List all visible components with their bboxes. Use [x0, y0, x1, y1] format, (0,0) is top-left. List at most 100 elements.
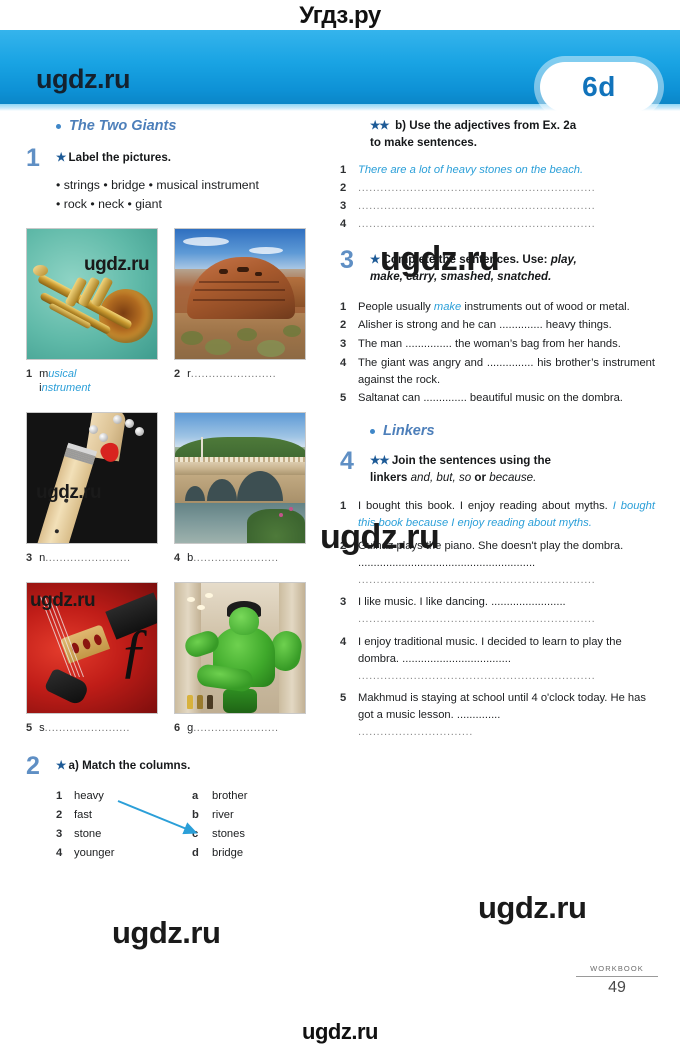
- exercise-4-items: 1 I bought this book. I enjoy reading ab…: [340, 498, 655, 740]
- picture-row-1: 1 musical instrument 2 r................…: [26, 227, 326, 397]
- match-row-3-right[interactable]: stones: [212, 825, 312, 844]
- guitar-tuning-peg-2: [125, 419, 134, 429]
- item-4-4-number: 4: [340, 636, 347, 649]
- exercise-1-wordbank: • strings • bridge • musical instrument …: [56, 176, 326, 214]
- list-item[interactable]: 3 The man ............... the woman’s ba…: [340, 336, 655, 353]
- list-item[interactable]: 5 Saltanat can .............. beautiful …: [340, 390, 655, 407]
- caption-5-dots: ........................: [44, 722, 130, 735]
- section-label-text: The Two Giants: [69, 118, 177, 134]
- item-4-3-blank[interactable]: ........................: [491, 596, 566, 608]
- match-row-3-left[interactable]: stone: [74, 825, 192, 844]
- list-item[interactable]: 4 ......................................…: [340, 216, 655, 233]
- picture-cell-1: 1 musical instrument: [26, 227, 158, 397]
- exercise-2b: ★★ b) Use the adjectives from Ex. 2a to …: [340, 118, 655, 232]
- section-label-linkers: Linkers: [370, 423, 655, 439]
- item-3-3-pre: The man: [358, 338, 406, 351]
- list-item[interactable]: 2 Alisher is strong and he can .........…: [340, 317, 655, 334]
- item-3-4-pre: The giant was angry and: [358, 356, 487, 369]
- item-4-2-text[interactable]: Gulnaz plays the piano. She doesn't play…: [358, 538, 655, 588]
- item-3-1-answer[interactable]: make: [434, 301, 461, 313]
- list-item[interactable]: 3 ......................................…: [340, 198, 655, 215]
- item-4-5-blank[interactable]: ..............: [457, 709, 501, 721]
- item-2b-2-blank[interactable]: ........................................…: [358, 180, 655, 197]
- item-3-4-number: 4: [340, 356, 347, 369]
- item-4-4-blank[interactable]: ...................................: [402, 653, 511, 665]
- section-label-linkers-text: Linkers: [383, 423, 435, 440]
- match-row-2-left[interactable]: fast: [74, 806, 192, 825]
- hulk-legs-shape: [223, 689, 257, 714]
- exercise-1-instruction-text: Label the pictures.: [68, 151, 171, 164]
- image-trumpet: [26, 227, 158, 360]
- item-3-5-text[interactable]: Saltanat can .............. beautiful mu…: [358, 390, 655, 407]
- item-3-2-blank[interactable]: ..............: [499, 319, 543, 331]
- match-row-4-right[interactable]: bridge: [212, 844, 312, 863]
- item-3-4-text[interactable]: The giant was angry and ............... …: [358, 355, 655, 389]
- exercise-3-items: 1 People usually make instruments out of…: [340, 299, 655, 408]
- hulk-bottle-1: [187, 695, 193, 710]
- list-item[interactable]: 4 I enjoy traditional music. I decided t…: [340, 634, 655, 684]
- guitar-tuning-peg-3: [135, 427, 144, 437]
- item-3-1-pre: People usually: [358, 300, 434, 313]
- item-2b-1-answer[interactable]: There are a lot of heavy stones on the b…: [358, 162, 655, 179]
- guitar-inlay-dot-2: [54, 529, 60, 535]
- exercise-2: 2 ★ a) Match the columns. 1 heavy a brot…: [26, 753, 326, 864]
- match-row-1-right[interactable]: brother: [212, 787, 312, 806]
- item-4-2-blank[interactable]: ........................................…: [358, 557, 535, 569]
- picture-row-3: ƒ 5 s........................ 6 g.......…: [26, 582, 326, 736]
- item-4-5-prompt: Makhmud is staying at school until 4 o'c…: [358, 692, 646, 722]
- list-item[interactable]: 4 The giant was angry and ..............…: [340, 355, 655, 389]
- exercise-2-instruction: ★ a) Match the columns.: [56, 758, 326, 775]
- picture-cell-2: 2 r........................: [174, 227, 306, 397]
- caption-2-answer: r........................: [187, 367, 276, 382]
- list-item[interactable]: 2 Gulnaz plays the piano. She doesn't pl…: [340, 538, 655, 588]
- match-row-1-left[interactable]: heavy: [74, 787, 192, 806]
- star-rating-icon: ★: [56, 152, 66, 164]
- match-row-3-letter: c: [192, 828, 199, 841]
- item-3-5-number: 5: [340, 392, 347, 405]
- item-4-5-text[interactable]: Makhmud is staying at school until 4 o'c…: [358, 690, 655, 740]
- item-3-3-blank[interactable]: ...............: [405, 338, 452, 350]
- rock-strata-3-shape: [193, 298, 285, 301]
- item-3-4-blank[interactable]: ...............: [487, 357, 534, 369]
- item-3-1-text[interactable]: People usually make instruments out of w…: [358, 299, 655, 316]
- bridge-railing-shape: [175, 457, 305, 463]
- list-item[interactable]: 2 ......................................…: [340, 180, 655, 197]
- image-guitar-neck: [26, 412, 158, 545]
- hulk-bottle-2: [197, 695, 203, 710]
- picture-cell-4: 4 b........................: [174, 412, 306, 566]
- list-item[interactable]: 1 There are a lot of heavy stones on the…: [340, 162, 655, 179]
- list-item[interactable]: 5 Makhmud is staying at school until 4 o…: [340, 690, 655, 740]
- match-row-4-left[interactable]: younger: [74, 844, 192, 863]
- item-4-5-blank-2[interactable]: ...............................: [358, 724, 655, 741]
- table-row[interactable]: 1 heavy a brother: [56, 787, 326, 806]
- left-column: The Two Giants 1 ★ Label the pictures. •…: [26, 118, 326, 864]
- rock-bush-1-shape: [181, 330, 203, 345]
- item-3-3-text[interactable]: The man ............... the woman’s bag …: [358, 336, 655, 353]
- caption-6-number: 6: [174, 722, 181, 735]
- bridge-lamppost-shape: [201, 437, 203, 462]
- item-4-3-text[interactable]: I like music. I like dancing. ..........…: [358, 594, 655, 628]
- exercise-1-number: 1: [26, 144, 40, 172]
- right-column: ★★ b) Use the adjectives from Ex. 2a to …: [340, 118, 655, 747]
- table-row[interactable]: 2 fast b river: [56, 806, 326, 825]
- item-4-3-blank-2[interactable]: ........................................…: [358, 611, 655, 628]
- table-row[interactable]: 4 younger d bridge: [56, 844, 326, 863]
- item-4-4-text[interactable]: I enjoy traditional music. I decided to …: [358, 634, 655, 684]
- item-4-2-blank-2[interactable]: ........................................…: [358, 572, 655, 589]
- item-4-1-text[interactable]: I bought this book. I enjoy reading abou…: [358, 498, 655, 532]
- item-3-2-text[interactable]: Alisher is strong and he can ...........…: [358, 317, 655, 334]
- item-3-5-blank[interactable]: ..............: [423, 392, 467, 404]
- item-4-4-blank-2[interactable]: ........................................…: [358, 668, 655, 685]
- list-item[interactable]: 1 I bought this book. I enjoy reading ab…: [340, 498, 655, 532]
- table-row[interactable]: 3 stone c stones: [56, 825, 326, 844]
- match-row-2-right[interactable]: river: [212, 806, 312, 825]
- match-row-3-number: 3: [56, 828, 63, 841]
- item-2b-4-blank[interactable]: ........................................…: [358, 216, 655, 233]
- list-item[interactable]: 1 People usually make instruments out of…: [340, 299, 655, 316]
- page-number: 49: [608, 979, 626, 996]
- item-2b-3-blank[interactable]: ........................................…: [358, 198, 655, 215]
- list-item[interactable]: 3 I like music. I like dancing. ........…: [340, 594, 655, 628]
- item-2b-1-number: 1: [340, 164, 347, 177]
- caption-6: 6 g........................: [174, 721, 306, 736]
- match-row-2-number: 2: [56, 808, 63, 821]
